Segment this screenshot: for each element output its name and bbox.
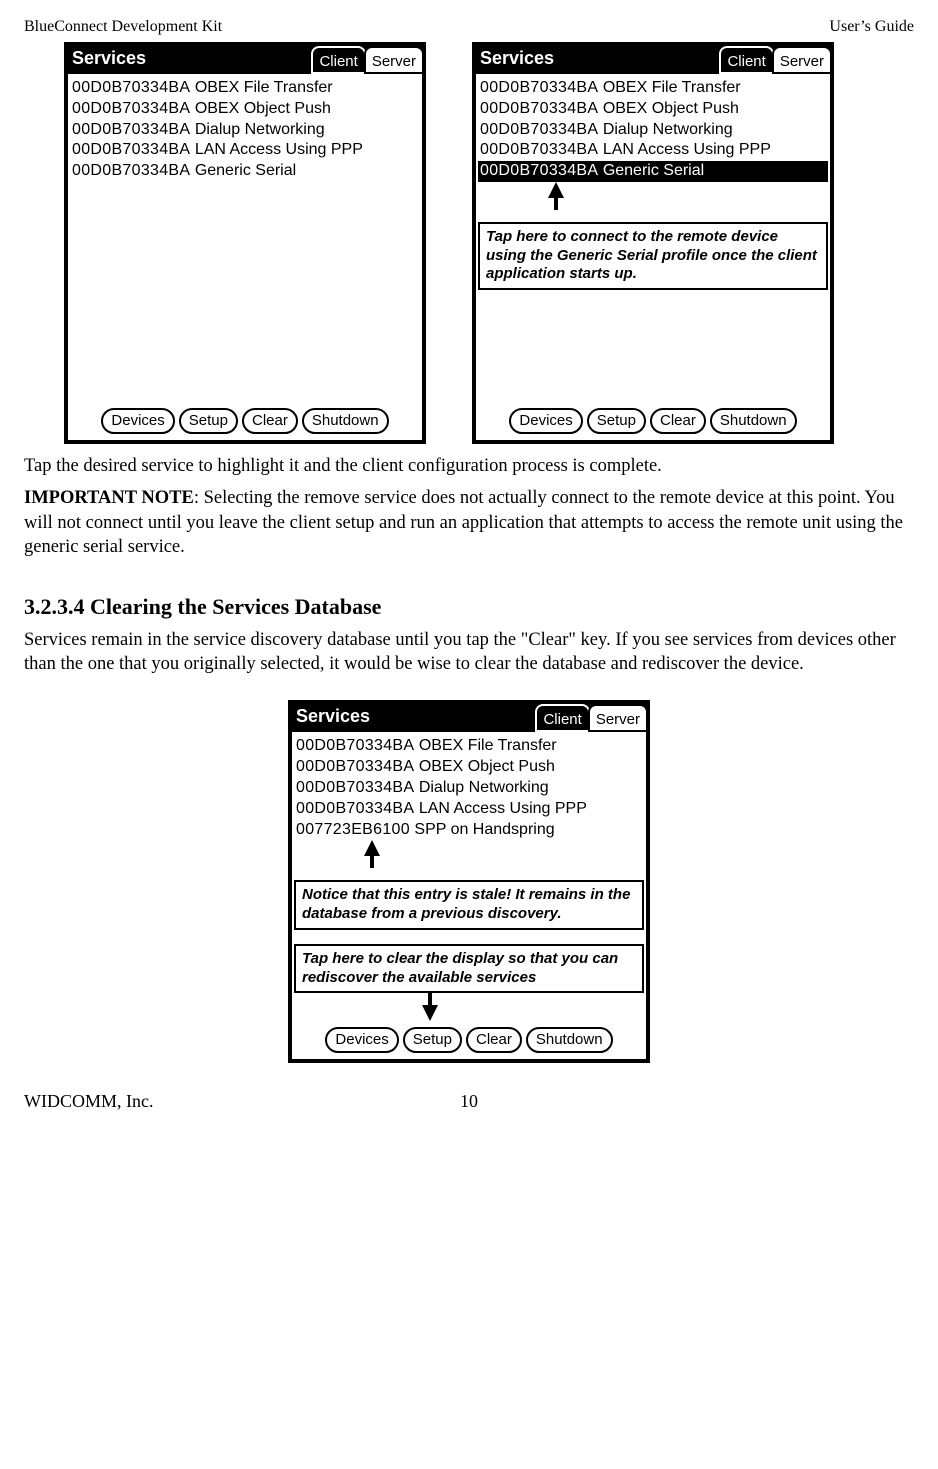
title-bar: Services Client Server (292, 704, 646, 732)
list-item[interactable]: 007723EB6100 SPP on Handspring (294, 820, 644, 841)
callout-select-service: Tap here to connect to the remote device… (478, 222, 828, 290)
figure-row-top: Services Client Server 00D0B70334BA OBEX… (64, 42, 914, 444)
list-item[interactable]: 00D0B70334BA OBEX File Transfer (70, 78, 420, 99)
list-item[interactable]: 00D0B70334BA LAN Access Using PPP (478, 140, 828, 161)
list-item[interactable]: 00D0B70334BA Generic Serial (70, 161, 420, 182)
list-item[interactable]: 00D0B70334BA Dialup Networking (294, 778, 644, 799)
page-header: BlueConnect Development Kit User’s Guide (24, 18, 914, 36)
arrow-up-icon (364, 840, 380, 856)
title-label: Services (292, 704, 376, 732)
clear-button[interactable]: Clear (650, 408, 706, 434)
section-heading: 3.2.3.4 Clearing the Services Database (24, 594, 914, 620)
list-item[interactable]: 00D0B70334BA Dialup Networking (478, 120, 828, 141)
devices-button[interactable]: Devices (325, 1027, 398, 1053)
tab-server[interactable]: Server (772, 46, 832, 74)
header-left: BlueConnect Development Kit (24, 18, 222, 36)
tab-client[interactable]: Client (535, 704, 589, 732)
figure-bottom: Services Client Server 00D0B70334BA OBEX… (288, 700, 650, 1063)
clear-button[interactable]: Clear (242, 408, 298, 434)
service-list: 00D0B70334BA OBEX File Transfer 00D0B703… (68, 74, 422, 404)
page-footer: WIDCOMM, Inc. 10 (24, 1091, 914, 1112)
list-item[interactable]: 00D0B70334BA OBEX Object Push (70, 99, 420, 120)
tab-set: Client Server (535, 704, 646, 732)
service-list: 00D0B70334BA OBEX File Transfer 00D0B703… (476, 74, 830, 404)
shutdown-button[interactable]: Shutdown (302, 408, 389, 434)
body-paragraph-important: IMPORTANT NOTE: Selecting the remove ser… (24, 486, 914, 559)
body-paragraph: Tap the desired service to highlight it … (24, 454, 914, 478)
list-item[interactable]: 00D0B70334BA LAN Access Using PPP (70, 140, 420, 161)
shutdown-button[interactable]: Shutdown (710, 408, 797, 434)
tab-server[interactable]: Server (588, 704, 648, 732)
callout-clear: Tap here to clear the display so that yo… (294, 944, 644, 994)
tab-client[interactable]: Client (719, 46, 773, 74)
list-item[interactable]: 00D0B70334BA OBEX File Transfer (294, 736, 644, 757)
title-label: Services (68, 46, 152, 74)
header-right: User’s Guide (829, 18, 914, 36)
palm-screenshot-left: Services Client Server 00D0B70334BA OBEX… (64, 42, 426, 444)
setup-button[interactable]: Setup (179, 408, 238, 434)
list-item[interactable]: 00D0B70334BA Dialup Networking (70, 120, 420, 141)
callout-stale-entry: Notice that this entry is stale! It rema… (294, 880, 644, 930)
setup-button[interactable]: Setup (403, 1027, 462, 1053)
button-row: Devices Setup Clear Shutdown (476, 404, 830, 440)
list-item[interactable]: 00D0B70334BA OBEX Object Push (478, 99, 828, 120)
tab-server[interactable]: Server (364, 46, 424, 74)
palm-screenshot-right: Services Client Server 00D0B70334BA OBEX… (472, 42, 834, 444)
button-row: Devices Setup Clear Shutdown (68, 404, 422, 440)
tab-set: Client Server (719, 46, 830, 74)
arrow-down-icon (422, 1005, 438, 1021)
title-bar: Services Client Server (476, 46, 830, 74)
shutdown-button[interactable]: Shutdown (526, 1027, 613, 1053)
button-row: Devices Setup Clear Shutdown (292, 1023, 646, 1059)
list-item[interactable]: 00D0B70334BA LAN Access Using PPP (294, 799, 644, 820)
important-note-label: IMPORTANT NOTE (24, 488, 194, 508)
title-label: Services (476, 46, 560, 74)
list-item[interactable]: 00D0B70334BA OBEX Object Push (294, 757, 644, 778)
page-number: 10 (0, 1091, 938, 1112)
title-bar: Services Client Server (68, 46, 422, 74)
palm-screenshot-bottom: Services Client Server 00D0B70334BA OBEX… (288, 700, 650, 1063)
list-item-selected[interactable]: 00D0B70334BA Generic Serial (478, 161, 828, 182)
devices-button[interactable]: Devices (509, 408, 582, 434)
body-paragraph: Services remain in the service discovery… (24, 628, 914, 677)
devices-button[interactable]: Devices (101, 408, 174, 434)
setup-button[interactable]: Setup (587, 408, 646, 434)
arrow-up-icon (548, 182, 564, 198)
service-list: 00D0B70334BA OBEX File Transfer 00D0B703… (292, 732, 646, 1023)
list-item[interactable]: 00D0B70334BA OBEX File Transfer (478, 78, 828, 99)
clear-button[interactable]: Clear (466, 1027, 522, 1053)
tab-client[interactable]: Client (311, 46, 365, 74)
tab-set: Client Server (311, 46, 422, 74)
